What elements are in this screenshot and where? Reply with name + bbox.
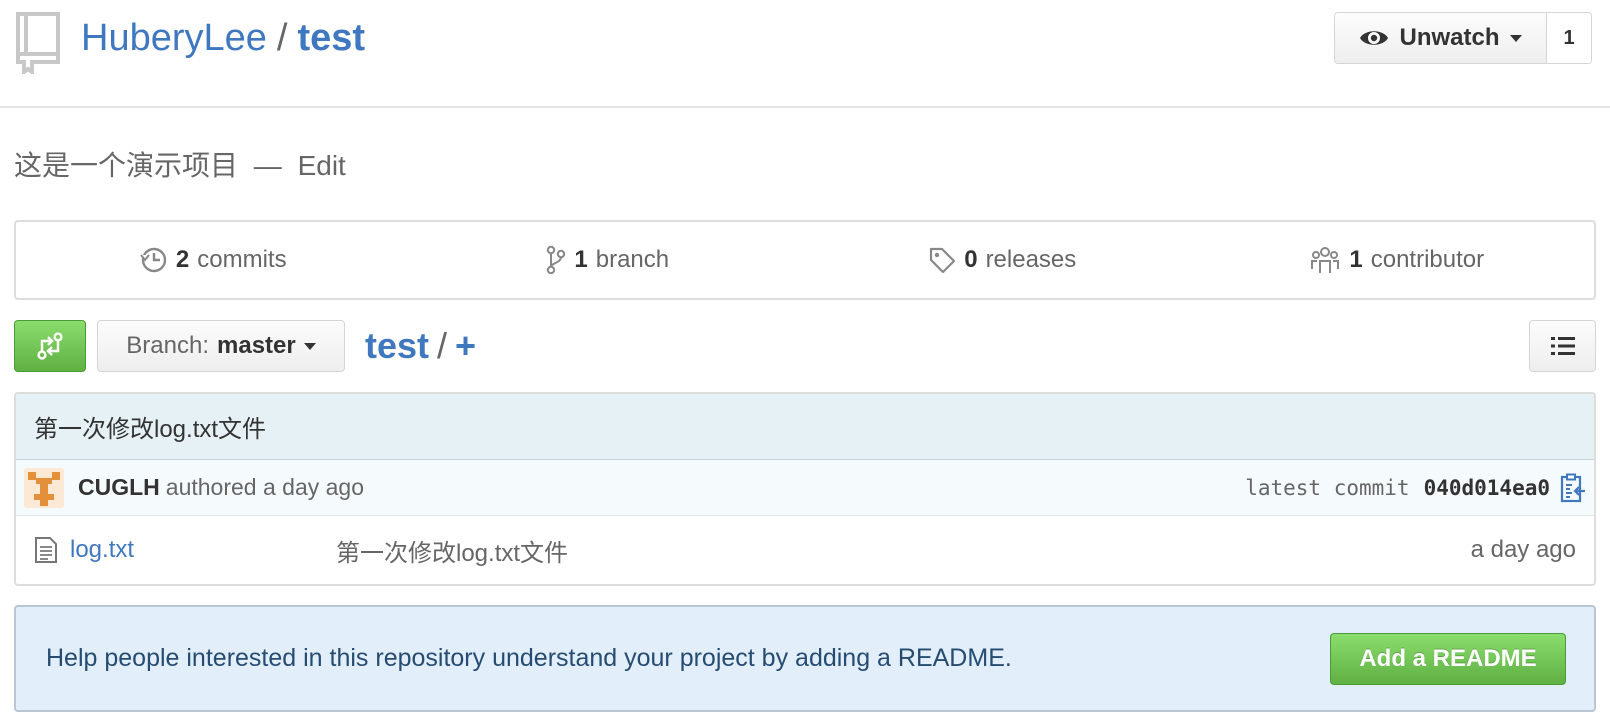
- file-list: 第一次修改log.txt文件 CUGLH authored a day ago …: [14, 392, 1596, 586]
- summary-contributors[interactable]: 1 contributor: [1200, 222, 1595, 298]
- commits-label: commits: [197, 246, 287, 273]
- title-separator: /: [276, 17, 288, 59]
- latest-commit-label: latest commit: [1245, 475, 1410, 500]
- unwatch-label: Unwatch: [1399, 24, 1500, 51]
- numbers-summary: 2 commits 1 branch 0 releases 1 contribu…: [14, 220, 1596, 300]
- file-age: a day ago: [1470, 536, 1576, 563]
- repo-owner-link[interactable]: HuberyLee: [81, 17, 267, 59]
- description-dash: —: [253, 150, 282, 181]
- contributors-label: contributor: [1370, 246, 1485, 273]
- releases-label: releases: [985, 246, 1077, 273]
- branch-select-button[interactable]: Branch: master: [97, 320, 345, 372]
- tag-icon: [930, 247, 956, 274]
- commit-author-link[interactable]: CUGLH: [78, 474, 160, 501]
- identicon-icon: [24, 467, 64, 508]
- watchers-count[interactable]: 1: [1547, 13, 1591, 63]
- git-compare-icon: [37, 332, 63, 360]
- edit-description-link[interactable]: Edit: [298, 150, 346, 181]
- repo-description: 这是一个演示项目 — Edit: [14, 146, 346, 186]
- breadcrumb-root-link[interactable]: test: [365, 325, 429, 366]
- commits-count: 2: [175, 246, 190, 273]
- clippy-icon[interactable]: [1560, 473, 1586, 503]
- description-text: 这是一个演示项目: [14, 150, 239, 181]
- file-name-link[interactable]: log.txt: [70, 536, 336, 564]
- repo-header: HuberyLee / test Unwatch 1: [0, 0, 1610, 108]
- avatar[interactable]: [24, 467, 64, 508]
- list-icon: [1550, 337, 1575, 355]
- git-branch-icon: [547, 245, 566, 275]
- chevron-down-icon: [1509, 34, 1522, 42]
- add-readme-button[interactable]: Add a README: [1330, 632, 1566, 685]
- commit-message[interactable]: 第一次修改log.txt文件: [16, 394, 1594, 460]
- compare-pull-request-button[interactable]: [14, 320, 86, 372]
- file-text-icon: [35, 537, 57, 563]
- history-icon: [140, 247, 167, 273]
- readme-prompt: Help people interested in this repositor…: [14, 605, 1596, 712]
- commit-authored-time: authored a day ago: [165, 474, 364, 500]
- table-row: log.txt 第一次修改log.txt文件 a day ago: [16, 516, 1594, 584]
- list-view-button[interactable]: [1529, 320, 1596, 372]
- branches-count: 1: [574, 246, 588, 273]
- watch-button-group: Unwatch 1: [1334, 12, 1592, 64]
- add-file-link[interactable]: +: [455, 325, 476, 366]
- summary-branches[interactable]: 1 branch: [411, 222, 806, 298]
- readme-prompt-text: Help people interested in this repositor…: [46, 644, 1012, 672]
- branch-prefix: Branch:: [126, 332, 209, 359]
- repo-name-link[interactable]: test: [297, 17, 365, 59]
- commit-sha-link[interactable]: 040d014ea0: [1424, 476, 1550, 500]
- commit-meta: CUGLH authored a day ago latest commit 0…: [16, 460, 1594, 516]
- repo-icon: [16, 12, 60, 74]
- latest-commit: latest commit 040d014ea0: [1245, 473, 1586, 503]
- organization-icon: [1311, 247, 1340, 273]
- summary-commits[interactable]: 2 commits: [16, 222, 411, 298]
- unwatch-button[interactable]: Unwatch: [1335, 13, 1547, 63]
- releases-count: 0: [964, 246, 978, 273]
- chevron-down-icon: [303, 342, 316, 350]
- file-commit-message-link[interactable]: 第一次修改log.txt文件: [336, 533, 568, 568]
- commit-message-text: 第一次修改log.txt文件: [34, 416, 267, 443]
- branches-label: branch: [595, 246, 670, 273]
- branch-name: master: [217, 332, 296, 359]
- repo-title: HuberyLee / test: [81, 14, 365, 62]
- breadcrumb-separator: /: [437, 325, 448, 366]
- contributors-count: 1: [1349, 246, 1363, 273]
- summary-releases[interactable]: 0 releases: [805, 222, 1200, 298]
- breadcrumb: test / +: [365, 322, 476, 370]
- eye-icon: [1360, 31, 1389, 45]
